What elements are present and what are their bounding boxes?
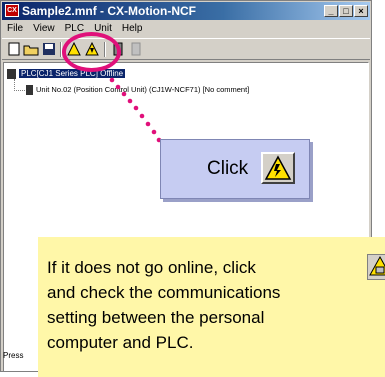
help-note: If it does not go online, click and chec…: [38, 237, 385, 377]
note-line-4: computer and PLC.: [47, 333, 194, 352]
online-button-icon: [261, 152, 295, 184]
callout-text: Click: [207, 158, 249, 179]
note-line-1: If it does not go online, click: [47, 258, 256, 277]
click-callout: Click: [160, 139, 310, 199]
note-line-3: setting between the personal: [47, 308, 265, 327]
note-line-2: and check the communications: [47, 283, 281, 302]
comm-settings-icon: [367, 254, 385, 280]
